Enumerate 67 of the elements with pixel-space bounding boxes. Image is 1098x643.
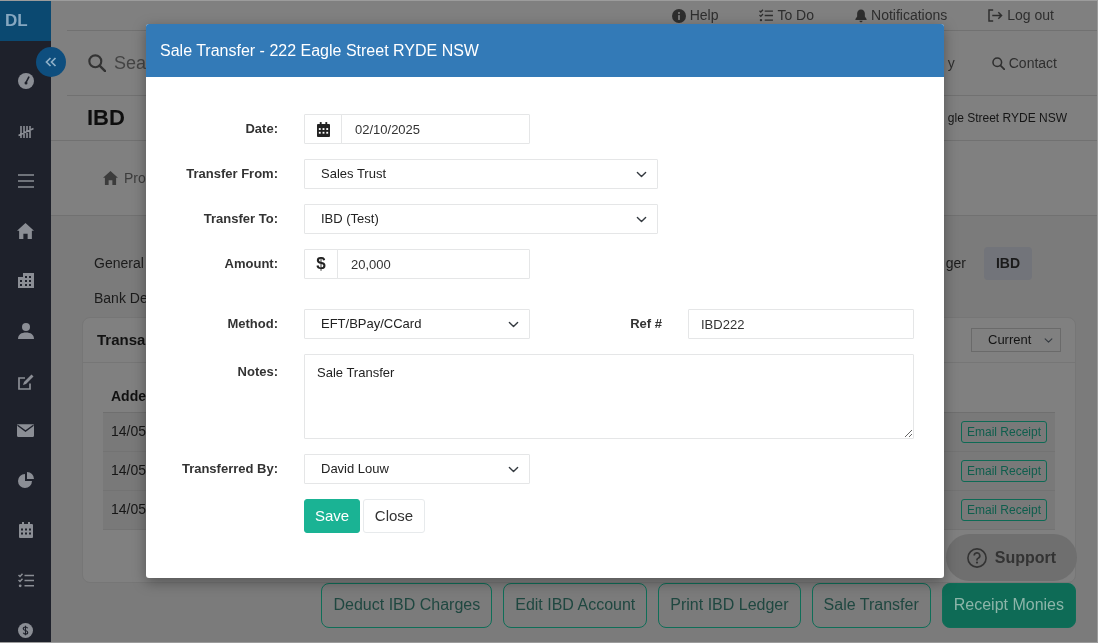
double-chevron-left-icon bbox=[45, 57, 57, 67]
calendar-icon[interactable] bbox=[18, 522, 33, 539]
email-receipt-button[interactable]: Email Receipt bbox=[960, 459, 1047, 482]
calendar-icon bbox=[316, 121, 330, 137]
header-link[interactable]: Log out bbox=[988, 5, 1054, 26]
header-link[interactable]: Notifications bbox=[855, 5, 948, 26]
text-field[interactable]: IBD222 bbox=[688, 309, 914, 339]
bell-icon bbox=[855, 8, 867, 23]
header-link[interactable]: y bbox=[947, 52, 955, 74]
field-label: Ref # bbox=[629, 315, 662, 334]
select-field[interactable]: Sales Trust bbox=[304, 159, 658, 189]
envelope-icon[interactable] bbox=[17, 424, 34, 438]
field-label: Date: bbox=[244, 120, 278, 139]
edit-icon[interactable] bbox=[17, 373, 34, 390]
amount-field[interactable]: 20,000 bbox=[337, 249, 530, 279]
gauge-icon[interactable] bbox=[17, 73, 34, 89]
field-label: Transfer To: bbox=[202, 210, 278, 229]
address-text: gle Street RYDE NSW bbox=[947, 110, 1067, 127]
select-field[interactable]: EFT/BPay/CCard bbox=[304, 309, 530, 339]
header-link[interactable]: Help bbox=[671, 5, 719, 26]
search-field[interactable]: Sea bbox=[114, 49, 147, 77]
checklist-icon bbox=[759, 9, 774, 22]
page-title: IBD bbox=[87, 104, 125, 132]
header-link[interactable]: Contact bbox=[991, 52, 1057, 74]
action-button[interactable]: Deduct IBD Charges bbox=[321, 582, 493, 628]
email-receipt-button[interactable]: Email Receipt bbox=[960, 498, 1047, 521]
field-label: Transfer From: bbox=[185, 165, 278, 184]
info-icon bbox=[671, 8, 686, 23]
select-field[interactable]: IBD (Test) bbox=[304, 204, 658, 234]
collapse-button[interactable] bbox=[36, 47, 66, 77]
calendar-addon[interactable] bbox=[304, 114, 342, 144]
menu-icon[interactable] bbox=[17, 174, 34, 189]
panel-title: Transa bbox=[97, 329, 146, 350]
action-button[interactable]: Edit IBD Account bbox=[503, 582, 648, 628]
save-button[interactable]: Save bbox=[304, 499, 360, 533]
logo: DL bbox=[0, 1, 51, 41]
action-button[interactable]: Receipt Monies bbox=[941, 582, 1076, 628]
tally-marks-icon[interactable] bbox=[17, 123, 34, 140]
header-link[interactable]: To Do bbox=[759, 5, 814, 26]
notes-field[interactable]: Sale Transfer bbox=[304, 354, 914, 439]
field-label: Notes: bbox=[236, 363, 278, 381]
action-button[interactable]: Sale Transfer bbox=[811, 582, 931, 628]
logout-icon bbox=[988, 9, 1004, 22]
email-receipt-button[interactable]: Email Receipt bbox=[960, 420, 1047, 443]
checklist-icon[interactable] bbox=[17, 572, 34, 588]
field-label: Method: bbox=[226, 315, 278, 334]
user-icon[interactable] bbox=[17, 322, 34, 339]
date-field[interactable]: 02/10/2025 bbox=[341, 114, 530, 144]
currency-addon: $ bbox=[304, 249, 338, 279]
support-button[interactable]: Support bbox=[946, 534, 1077, 581]
close-button[interactable]: Close bbox=[363, 499, 425, 533]
dollar-icon[interactable] bbox=[18, 622, 33, 638]
action-button[interactable]: Print IBD Ledger bbox=[658, 582, 801, 628]
breadcrumb-link[interactable]: Pro bbox=[103, 167, 146, 189]
search-icon bbox=[88, 54, 106, 72]
select-field[interactable]: David Louw bbox=[304, 454, 530, 484]
filter-select[interactable]: Current bbox=[971, 328, 1061, 352]
home-icon bbox=[103, 171, 118, 185]
field-label: Amount: bbox=[223, 255, 278, 274]
building-icon[interactable] bbox=[17, 273, 34, 289]
pie-chart-icon[interactable] bbox=[17, 471, 34, 488]
dialog-title: Sale Transfer - 222 Eagle Street RYDE NSW bbox=[160, 40, 479, 61]
home-icon[interactable] bbox=[17, 222, 34, 239]
field-label: Transferred By: bbox=[180, 460, 278, 479]
search-icon bbox=[991, 56, 1005, 70]
help-circle-icon bbox=[966, 547, 987, 568]
tab[interactable]: IBD bbox=[983, 247, 1032, 280]
